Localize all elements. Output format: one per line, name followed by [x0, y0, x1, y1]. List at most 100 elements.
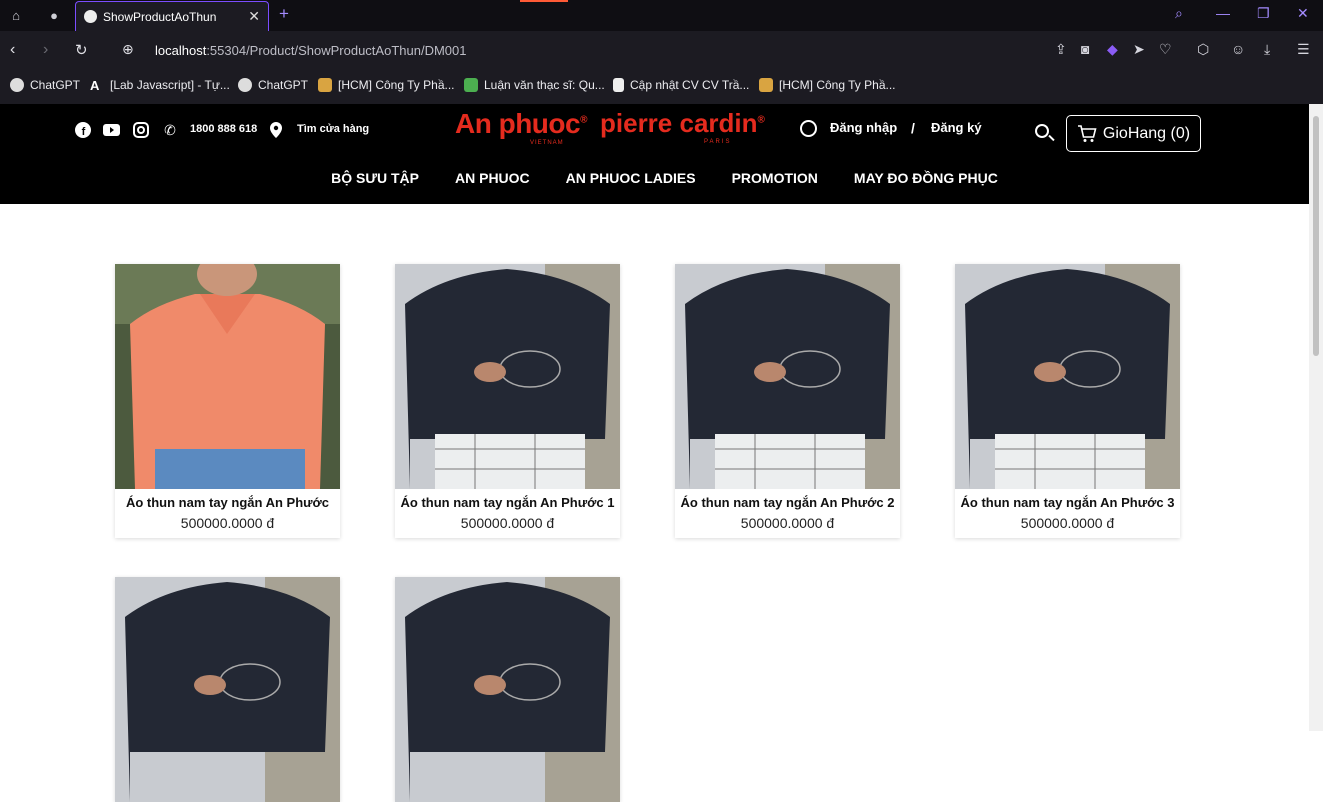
product-price: 500000.0000 đ — [180, 515, 275, 531]
product-card[interactable]: Áo thun nam tay ngắn An Phước 500000.000… — [115, 264, 340, 538]
search-icon[interactable] — [1035, 124, 1049, 138]
camera-icon[interactable]: ◙ — [1081, 41, 1089, 57]
chatgpt-icon — [10, 78, 24, 92]
menu-item-collection[interactable]: BỘ SƯU TẬP — [331, 170, 419, 186]
product-card[interactable] — [395, 577, 620, 802]
product-name[interactable]: Áo thun nam tay ngắn An Phước 1 — [395, 495, 620, 510]
logo-subtext: PARIS — [704, 139, 732, 145]
url-path: :55304/Product/ShowProductAoThun/DM001 — [206, 43, 467, 58]
product-price: 500000.0000 đ — [460, 515, 555, 531]
back-icon[interactable]: ‹ — [10, 41, 15, 59]
product-card[interactable]: Áo thun nam tay ngắn An Phước 3 500000.0… — [955, 264, 1180, 538]
address-bar[interactable]: localhost:55304/Product/ShowProductAoThu… — [155, 43, 466, 58]
send-icon[interactable]: ➤ — [1133, 41, 1145, 58]
bookmark-label: [HCM] Công Ty Phầ... — [338, 78, 455, 92]
minimize-icon[interactable]: — — [1216, 5, 1230, 21]
product-image[interactable] — [115, 264, 340, 489]
scrollbar-thumb[interactable] — [1313, 116, 1319, 356]
menu-item-promotion[interactable]: PROMOTION — [732, 170, 818, 186]
hotline[interactable]: 1800 888 618 — [190, 123, 257, 135]
product-image[interactable] — [675, 264, 900, 489]
product-image[interactable] — [115, 577, 340, 802]
phone-icon: ✆ — [164, 121, 176, 138]
bookmark-hcm[interactable]: [HCM] Công Ty Phầ... — [318, 76, 455, 94]
svg-text:f: f — [82, 126, 86, 138]
location-pin-icon — [267, 121, 285, 139]
box-bookmark-icon — [759, 78, 773, 92]
signup-link[interactable]: Đăng ký — [931, 120, 982, 135]
tab-bar: ⌂ ● ShowProductAoThun ✕ + ⌕ — ❐ ✕ — [0, 0, 1323, 31]
box-icon[interactable]: ⬡ — [1197, 41, 1209, 58]
product-name[interactable]: Áo thun nam tay ngắn An Phước 2 — [675, 495, 900, 510]
user-icon — [800, 120, 817, 137]
page-scrollbar[interactable] — [1309, 104, 1323, 731]
search-tabs-icon[interactable]: ⌕ — [1175, 5, 1183, 22]
product-name[interactable]: Áo thun nam tay ngắn An Phước — [115, 495, 340, 510]
youtube-icon[interactable] — [102, 121, 120, 139]
logo-text: An phuoc — [455, 108, 581, 139]
browser-chrome: ⌂ ● ShowProductAoThun ✕ + ⌕ — ❐ ✕ ‹ › ↻ … — [0, 0, 1323, 104]
gamepad-icon[interactable]: ⌂ — [7, 6, 25, 24]
forward-icon[interactable]: › — [43, 41, 48, 59]
tab-loading-indicator — [520, 0, 568, 2]
bookmark-label: Cập nhật CV CV Trầ... — [630, 78, 750, 92]
pierre-cardin-logo[interactable]: pierre cardin® PARIS — [600, 108, 765, 145]
bookmark-chatgpt[interactable]: ChatGPT — [10, 76, 80, 94]
product-image[interactable] — [395, 264, 620, 489]
bookmark-label: [HCM] Công Ty Phầ... — [779, 78, 896, 92]
chatgpt-icon — [238, 78, 252, 92]
menu-item-ladies[interactable]: AN PHUOC LADIES — [566, 170, 696, 186]
bookmark-lab-js[interactable]: A [Lab Javascript] - Tự... — [90, 76, 230, 94]
bookmark-label: Luận văn thạc sĩ: Qu... — [484, 78, 605, 92]
product-image[interactable] — [395, 577, 620, 802]
bookmark-label: [Lab Javascript] - Tự... — [110, 78, 230, 92]
navigation-bar: ‹ › ↻ ⊕ localhost:55304/Product/ShowProd… — [0, 31, 1323, 71]
product-card[interactable]: Áo thun nam tay ngắn An Phước 1 500000.0… — [395, 264, 620, 538]
logo-text: pierre cardin — [600, 108, 758, 138]
new-tab-icon[interactable]: + — [279, 4, 289, 24]
bookmark-chatgpt-2[interactable]: ChatGPT — [238, 76, 308, 94]
reload-icon[interactable]: ↻ — [75, 41, 88, 59]
globe-tab-icon[interactable]: ● — [45, 6, 63, 24]
heart-icon[interactable]: ♡ — [1159, 41, 1172, 58]
product-card[interactable] — [115, 577, 340, 802]
box-bookmark-icon — [318, 78, 332, 92]
bookmark-label: ChatGPT — [258, 78, 309, 92]
url-host: localhost — [155, 43, 207, 58]
an-phuoc-logo[interactable]: An phuoc® VIETNAM — [455, 108, 587, 146]
bookmark-cv[interactable]: Cập nhật CV CV Trầ... — [613, 76, 749, 94]
product-price: 500000.0000 đ — [1020, 515, 1115, 531]
store-finder-link[interactable]: Tìm cửa hàng — [297, 123, 369, 135]
globe-icon — [84, 10, 97, 23]
letter-a-icon: A — [90, 78, 100, 93]
cart-icon — [1077, 124, 1097, 142]
site-header: f ✆ 1800 888 618 Tìm cửa hàng An phuoc® V… — [0, 104, 1309, 204]
close-window-icon[interactable]: ✕ — [1297, 5, 1309, 22]
product-card[interactable]: Áo thun nam tay ngắn An Phước 2 500000.0… — [675, 264, 900, 538]
drive-icon — [464, 78, 478, 92]
menu-item-an-phuoc[interactable]: AN PHUOC — [455, 170, 530, 186]
separator: / — [911, 120, 915, 136]
menu-icon[interactable]: ☰ — [1297, 41, 1310, 58]
instagram-icon[interactable] — [132, 121, 150, 139]
facebook-icon[interactable]: f — [74, 121, 92, 139]
shield-icon[interactable]: ◆ — [1107, 41, 1118, 58]
product-image[interactable] — [955, 264, 1180, 489]
tab-title: ShowProductAoThun — [103, 9, 217, 24]
menu-item-uniform[interactable]: MAY ĐO ĐỒNG PHỤC — [854, 170, 998, 186]
bookmark-label: ChatGPT — [30, 78, 81, 92]
share-icon[interactable]: ⇪ — [1055, 41, 1067, 58]
logo-subtext: VIETNAM — [530, 140, 564, 146]
product-price: 500000.0000 đ — [740, 515, 835, 531]
bookmark-luan-van[interactable]: Luận văn thạc sĩ: Qu... — [464, 76, 605, 94]
restore-icon[interactable]: ❐ — [1257, 5, 1270, 22]
tab-active[interactable]: ShowProductAoThun ✕ — [75, 1, 269, 31]
login-link[interactable]: Đăng nhập — [830, 120, 897, 135]
bookmark-hcm-2[interactable]: [HCM] Công Ty Phầ... — [759, 76, 896, 94]
profile-icon[interactable]: ☺ — [1231, 41, 1245, 57]
close-tab-icon[interactable]: ✕ — [248, 8, 260, 25]
product-name[interactable]: Áo thun nam tay ngắn An Phước 3 — [955, 495, 1180, 510]
download-icon[interactable]: ⤓ — [1264, 41, 1270, 58]
site-info-icon[interactable]: ⊕ — [122, 41, 134, 58]
cart-button[interactable]: GioHang (0) — [1066, 115, 1201, 152]
